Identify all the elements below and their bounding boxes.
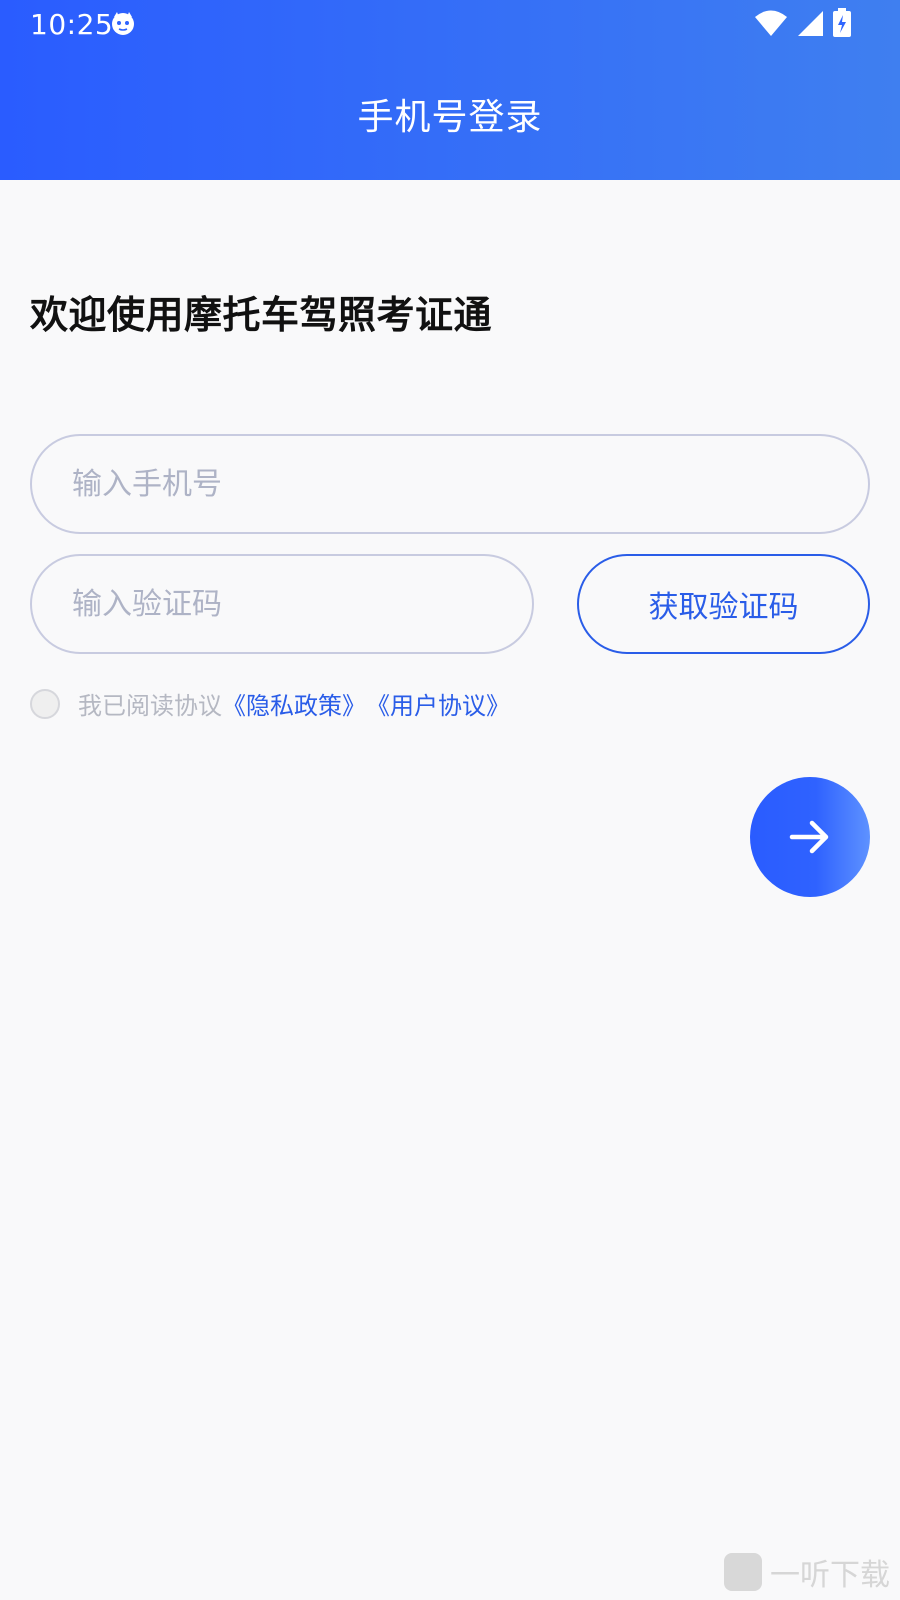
cell-signal-icon	[798, 11, 823, 36]
agreement-checkbox[interactable]	[30, 688, 60, 719]
cat-face-icon	[112, 12, 134, 35]
agreement-prefix: 我已阅读协议	[78, 692, 222, 720]
watermark-logo-icon	[724, 1553, 762, 1591]
app-header: 10:25 手机号登录	[0, 0, 900, 180]
battery-charging-icon	[833, 8, 851, 37]
phone-field[interactable]	[30, 434, 870, 534]
arrow-right-icon	[789, 820, 829, 854]
watermark-text: 一听下载	[770, 1558, 890, 1593]
code-field[interactable]	[30, 554, 534, 654]
page-title: 手机号登录	[357, 97, 543, 138]
status-time: 10:25	[30, 8, 114, 41]
welcome-heading: 欢迎使用摩托车驾照考证通	[30, 293, 493, 337]
status-bar: 10:25	[0, 0, 900, 48]
watermark: 一听下载	[724, 1550, 890, 1594]
user-agreement-link[interactable]: 《用户协议》	[366, 686, 510, 721]
next-button[interactable]	[750, 777, 870, 897]
agreement-row: 我已阅读协议 《隐私政策》 《用户协议》	[30, 686, 510, 721]
status-icons	[754, 8, 852, 38]
phone-input[interactable]	[32, 436, 868, 532]
wifi-icon	[755, 10, 787, 36]
get-code-button[interactable]: 获取验证码	[577, 554, 870, 654]
verification-code-input[interactable]	[32, 556, 532, 652]
privacy-policy-link[interactable]: 《隐私政策》	[222, 686, 366, 721]
